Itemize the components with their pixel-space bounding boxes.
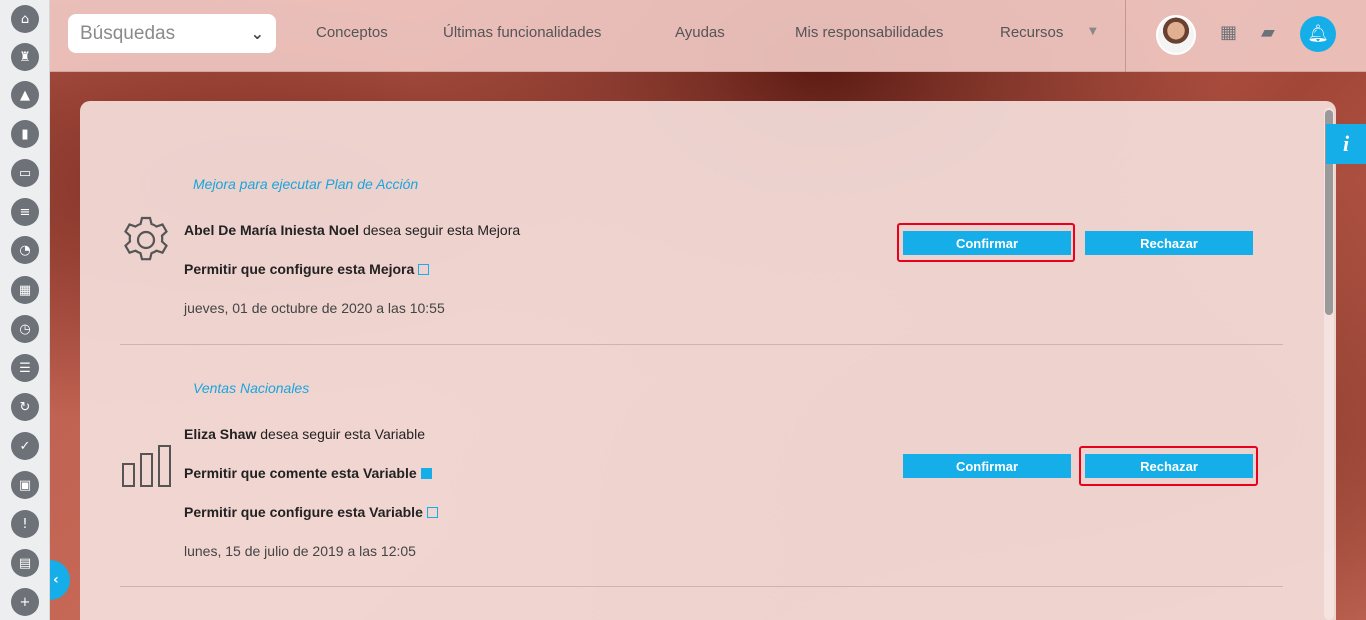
info-icon[interactable]: i bbox=[1326, 124, 1366, 164]
permission-checkbox[interactable] bbox=[420, 467, 432, 479]
gear-icon bbox=[124, 216, 168, 261]
nav-ayudas[interactable]: Ayudas bbox=[675, 24, 725, 41]
bar-chart-icon[interactable]: ▮ bbox=[11, 120, 39, 148]
permission-label: Permitir que configure esta Mejora bbox=[184, 261, 415, 277]
tower-icon[interactable]: ♜ bbox=[11, 43, 39, 71]
notification-title[interactable]: Mejora para ejecutar Plan de Acción bbox=[193, 176, 418, 192]
search-dropdown[interactable]: Búsquedas ⌄ bbox=[68, 14, 276, 53]
calendar-icon[interactable]: ▦ bbox=[1220, 22, 1237, 43]
confirm-button[interactable]: Confirmar bbox=[903, 231, 1071, 255]
permission-label: Permitir que comente esta Variable bbox=[184, 465, 417, 481]
plus-icon[interactable]: + bbox=[11, 588, 39, 616]
permission-checkbox[interactable] bbox=[418, 263, 430, 275]
divider bbox=[120, 586, 1283, 587]
divider bbox=[120, 344, 1283, 345]
home-icon[interactable]: ⌂ bbox=[11, 5, 39, 33]
list-icon[interactable]: ≡ bbox=[11, 198, 39, 226]
nav-mis-responsabilidades[interactable]: Mis responsabilidades bbox=[795, 24, 943, 41]
notifications-bell-icon[interactable]: 🔔︎ bbox=[1300, 16, 1336, 52]
user-avatar[interactable] bbox=[1156, 15, 1196, 55]
chevron-down-icon: ⌄ bbox=[250, 24, 264, 43]
permission-checkbox[interactable] bbox=[426, 506, 438, 518]
map-icon[interactable]: ▦ bbox=[11, 276, 39, 304]
collapse-sidebar-button[interactable]: ‹ bbox=[50, 560, 70, 600]
request-action-text: desea seguir esta Variable bbox=[260, 426, 425, 442]
permission-row: Permitir que configure esta Mejora bbox=[184, 261, 430, 277]
follow-request-line: Eliza Shaw desea seguir esta Variable bbox=[184, 426, 425, 442]
briefcase-icon[interactable]: ▣ bbox=[11, 471, 39, 499]
permission-row: Permitir que configure esta Variable bbox=[184, 504, 438, 520]
warning-icon[interactable]: ! bbox=[11, 510, 39, 538]
nav-ultimas-funcionalidades[interactable]: Últimas funcionalidades bbox=[443, 24, 601, 41]
permission-label: Permitir que configure esta Variable bbox=[184, 504, 423, 520]
clock-icon[interactable]: ◷ bbox=[11, 315, 39, 343]
nav-recursos[interactable]: Recursos bbox=[1000, 24, 1063, 41]
presentation-icon[interactable]: ▭ bbox=[11, 159, 39, 187]
recursos-caret-icon[interactable]: ▼ bbox=[1089, 26, 1097, 37]
cycle-icon[interactable]: ↻ bbox=[11, 393, 39, 421]
bar-chart-icon bbox=[122, 445, 171, 487]
search-dropdown-label: Búsquedas bbox=[80, 22, 176, 44]
reject-button[interactable]: Rechazar bbox=[1085, 231, 1253, 255]
notification-title[interactable]: Ventas Nacionales bbox=[193, 380, 309, 396]
document-icon[interactable]: ☰ bbox=[11, 354, 39, 382]
calendar-icon[interactable]: ▤ bbox=[11, 549, 39, 577]
check-icon[interactable]: ✓ bbox=[11, 432, 39, 460]
request-action-text: desea seguir esta Mejora bbox=[362, 222, 521, 238]
requesting-user-name: Abel De María Iniesta Noel bbox=[184, 222, 360, 238]
cone-icon[interactable]: ▲ bbox=[11, 81, 39, 109]
reject-button[interactable]: Rechazar bbox=[1085, 454, 1253, 478]
nav-conceptos[interactable]: Conceptos bbox=[316, 24, 388, 41]
left-sidebar: ⌂ ♜ ▲ ▮ ▭ ≡ ◔ ▦ ◷ ☰ ↻ ✓ ▣ ! ▤ + bbox=[0, 0, 50, 620]
requesting-user-name: Eliza Shaw bbox=[184, 426, 257, 442]
topbar-divider bbox=[1125, 0, 1126, 72]
permission-row: Permitir que comente esta Variable bbox=[184, 465, 432, 481]
top-navigation-bar: Búsquedas ⌄ Conceptos Últimas funcionali… bbox=[50, 0, 1366, 72]
notification-date: jueves, 01 de octubre de 2020 a las 10:5… bbox=[184, 300, 445, 316]
notification-date: lunes, 15 de julio de 2019 a las 12:05 bbox=[184, 543, 416, 559]
pie-chart-icon[interactable]: ◔ bbox=[11, 236, 39, 264]
confirm-button[interactable]: Confirmar bbox=[903, 454, 1071, 478]
map-icon[interactable]: ▰ bbox=[1261, 22, 1275, 43]
follow-request-line: Abel De María Iniesta Noel desea seguir … bbox=[184, 222, 520, 238]
